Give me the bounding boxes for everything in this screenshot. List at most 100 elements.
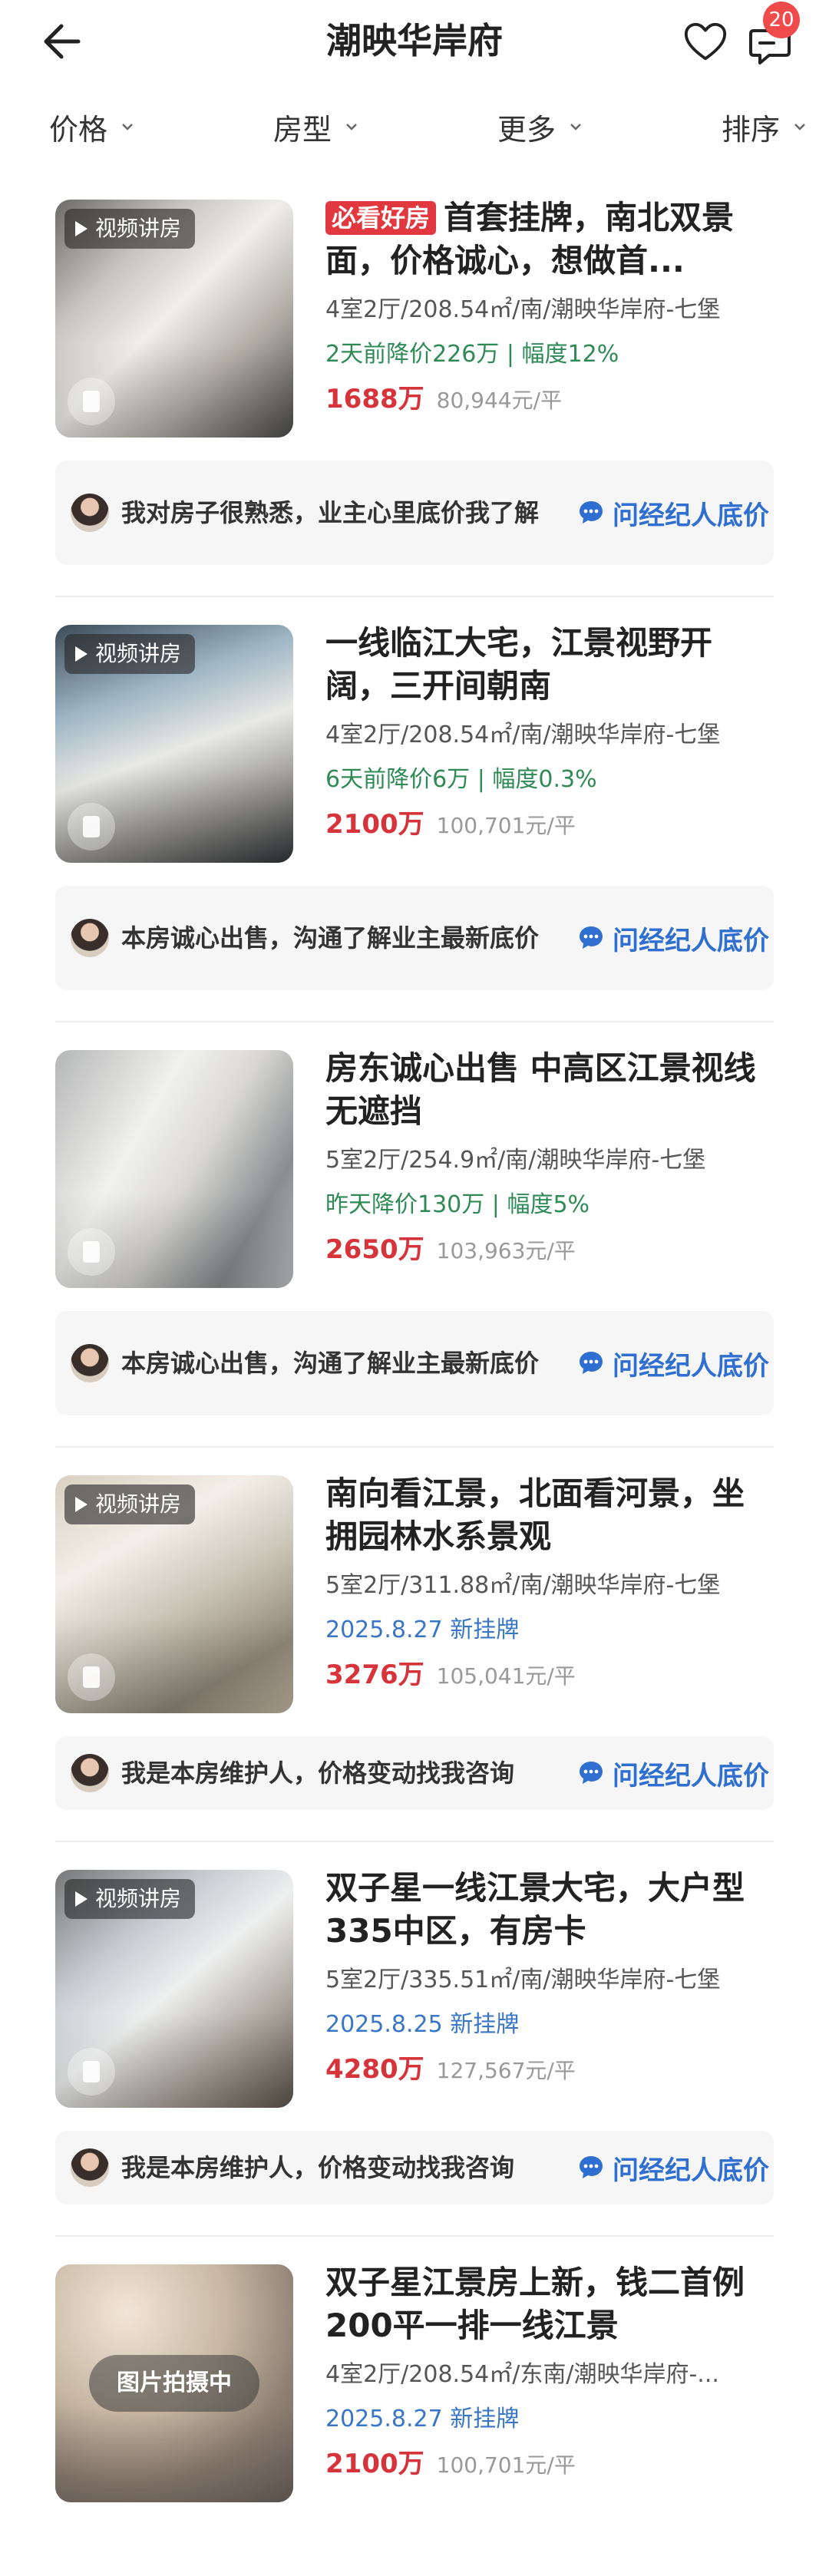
play-icon <box>75 1891 88 1907</box>
filter-layout[interactable]: 房型 <box>273 106 358 148</box>
listing-card[interactable]: 视频讲房 南向看江景，北面看河景，坐拥园林水系景观 5室2厅/311.88㎡/南… <box>55 1448 774 1842</box>
price-change-status: 2天前降价226万 | 幅度12% <box>325 341 619 368</box>
listing-photo[interactable]: 视频讲房 <box>55 1870 293 2108</box>
total-price: 3276万 <box>325 1660 424 1690</box>
listing-meta: 5室2厅/311.88㎡/南/潮映华岸府-七堡 <box>325 1572 721 1599</box>
listing-title: 一线临江大宅，江景视野开阔，三开间朝南 <box>325 624 713 705</box>
chevron-down-icon <box>346 124 357 130</box>
chevron-down-icon <box>122 124 133 130</box>
ask-agent-label: 问经纪人底价 <box>613 2155 769 2186</box>
ask-agent-button[interactable]: 问经纪人底价 <box>577 1755 769 1792</box>
unit-price: 105,041元/平 <box>436 1663 576 1689</box>
listing-meta: 5室2厅/335.51㎡/南/潮映华岸府-七堡 <box>325 1967 721 1993</box>
new-listing-status: 2025.8.27 新挂牌 <box>325 2406 520 2432</box>
agent-box[interactable]: 我是本房维护人，价格变动找我咨询 问经纪人底价 <box>55 2131 774 2204</box>
video-tour-tag: 视频讲房 <box>64 634 196 674</box>
message-count-badge: 20 <box>763 2 800 38</box>
listing-title: 双子星一线江景大宅，大户型335中区，有房卡 <box>325 1869 745 1950</box>
price-change-status: 6天前降价6万 | 幅度0.3% <box>325 766 597 793</box>
filter-label: 更多 <box>497 112 556 147</box>
play-icon <box>75 646 88 662</box>
listing-photo[interactable]: 视频讲房 <box>55 200 293 438</box>
listing-photo[interactable]: 视频讲房 <box>55 1475 293 1713</box>
listing-card[interactable]: 视频讲房 必看好房 首套挂牌，南北双景面，价格诚心，想做首... 4室2厅/208… <box>55 169 774 597</box>
top-bar: 潮映华岸府 20 <box>0 0 829 84</box>
chat-bubble-icon <box>580 1352 603 1374</box>
filter-sort[interactable]: 排序 <box>722 106 806 148</box>
agent-box[interactable]: 本房诚心出售，沟通了解业主最新底价 问经纪人底价 <box>55 1311 774 1415</box>
must-see-tag: 必看好房 <box>325 201 437 235</box>
listing-card[interactable]: 图片拍摄中 双子星江景房上新，钱二首例200平一排一线江景 4室2厅/208.5… <box>55 2237 774 2533</box>
ask-agent-button[interactable]: 问经纪人底价 <box>577 2149 769 2187</box>
chat-bubble-icon <box>580 1762 603 1784</box>
agent-message: 本房诚心出售，沟通了解业主最新底价 <box>121 1349 540 1378</box>
agent-avatar <box>71 1344 109 1382</box>
ask-agent-label: 问经纪人底价 <box>613 1760 769 1792</box>
filter-label: 价格 <box>49 112 108 147</box>
listing-title: 房东诚心出售 中高区江景视线无遮挡 <box>325 1049 756 1130</box>
agent-box[interactable]: 我是本房维护人，价格变动找我咨询 问经纪人底价 <box>55 1736 774 1810</box>
chat-bubble-icon <box>580 2156 603 2178</box>
agent-avatar <box>71 1754 109 1792</box>
filter-label: 排序 <box>721 112 780 147</box>
agent-avatar <box>71 494 109 532</box>
chat-bubble-icon <box>580 501 603 523</box>
chat-bubble-icon <box>580 926 603 949</box>
agent-message: 本房诚心出售，沟通了解业主最新底价 <box>121 923 540 953</box>
video-tour-label: 视频讲房 <box>95 1491 182 1517</box>
video-tour-label: 视频讲房 <box>95 216 182 241</box>
ask-agent-label: 问经纪人底价 <box>613 500 769 531</box>
new-listing-status: 2025.8.27 新挂牌 <box>325 1617 520 1643</box>
video-tour-tag: 视频讲房 <box>64 209 196 249</box>
filter-more[interactable]: 更多 <box>497 106 582 148</box>
vr-tour-icon <box>68 1228 115 1276</box>
filter-price[interactable]: 价格 <box>49 106 134 148</box>
ask-agent-button[interactable]: 问经纪人底价 <box>577 1345 769 1382</box>
listing-list: 视频讲房 必看好房 首套挂牌，南北双景面，价格诚心，想做首... 4室2厅/208… <box>0 169 829 2533</box>
listing-card[interactable]: 房东诚心出售 中高区江景视线无遮挡 5室2厅/254.9㎡/南/潮映华岸府-七堡… <box>55 1022 774 1448</box>
video-tour-tag: 视频讲房 <box>64 1879 196 1919</box>
listing-meta: 4室2厅/208.54㎡/东南/潮映华岸府-... <box>325 2361 719 2388</box>
listing-card[interactable]: 视频讲房 双子星一线江景大宅，大户型335中区，有房卡 5室2厅/335.51㎡… <box>55 1842 774 2237</box>
vr-tour-icon <box>68 2048 115 2095</box>
play-icon <box>75 1497 88 1512</box>
agent-message: 我是本房维护人，价格变动找我咨询 <box>121 2153 515 2182</box>
listing-photo[interactable]: 视频讲房 <box>55 625 293 863</box>
play-icon <box>75 221 88 236</box>
agent-message: 我是本房维护人，价格变动找我咨询 <box>121 1759 515 1788</box>
vr-tour-icon <box>68 1653 115 1701</box>
unit-price: 100,701元/平 <box>436 813 576 838</box>
total-price: 2100万 <box>325 2449 424 2479</box>
heart-icon[interactable] <box>682 18 729 66</box>
agent-message: 我对房子很熟悉，业主心里底价我了解 <box>121 498 540 527</box>
video-tour-label: 视频讲房 <box>95 1886 182 1911</box>
listing-title: 双子星江景房上新，钱二首例200平一排一线江景 <box>325 2264 745 2344</box>
photo-pending-tag: 图片拍摄中 <box>89 2355 259 2412</box>
ask-agent-label: 问经纪人底价 <box>613 925 769 956</box>
chevron-down-icon <box>570 124 581 130</box>
agent-box[interactable]: 我对房子很熟悉，业主心里底价我了解 问经纪人底价 <box>55 461 774 565</box>
agent-avatar <box>71 919 109 957</box>
listing-photo[interactable]: 图片拍摄中 <box>55 2264 293 2502</box>
listing-meta: 4室2厅/208.54㎡/南/潮映华岸府-七堡 <box>325 722 721 748</box>
price-change-status: 昨天降价130万 | 幅度5% <box>325 1191 590 1218</box>
filter-bar: 价格 房型 更多 排序 <box>0 84 829 169</box>
listing-card[interactable]: 视频讲房 一线临江大宅，江景视野开阔，三开间朝南 4室2厅/208.54㎡/南/… <box>55 597 774 1022</box>
ask-agent-button[interactable]: 问经纪人底价 <box>577 494 769 532</box>
total-price: 4280万 <box>325 2054 424 2085</box>
listing-title: 南向看江景，北面看河景，坐拥园林水系景观 <box>325 1475 745 1555</box>
video-tour-tag: 视频讲房 <box>64 1485 196 1524</box>
ask-agent-button[interactable]: 问经纪人底价 <box>577 920 769 957</box>
listing-title: 必看好房 首套挂牌，南北双景面，价格诚心，想做首... <box>325 197 774 282</box>
total-price: 1688万 <box>325 384 424 414</box>
filter-label: 房型 <box>272 112 332 147</box>
new-listing-status: 2025.8.25 新挂牌 <box>325 2011 520 2038</box>
total-price: 2100万 <box>325 809 424 840</box>
agent-box[interactable]: 本房诚心出售，沟通了解业主最新底价 问经纪人底价 <box>55 886 774 990</box>
listing-photo[interactable] <box>55 1050 293 1288</box>
vr-tour-icon <box>68 803 115 850</box>
vr-tour-icon <box>68 378 115 425</box>
unit-price: 80,944元/平 <box>436 388 563 413</box>
chevron-down-icon <box>794 124 805 130</box>
agent-avatar <box>71 2148 109 2187</box>
